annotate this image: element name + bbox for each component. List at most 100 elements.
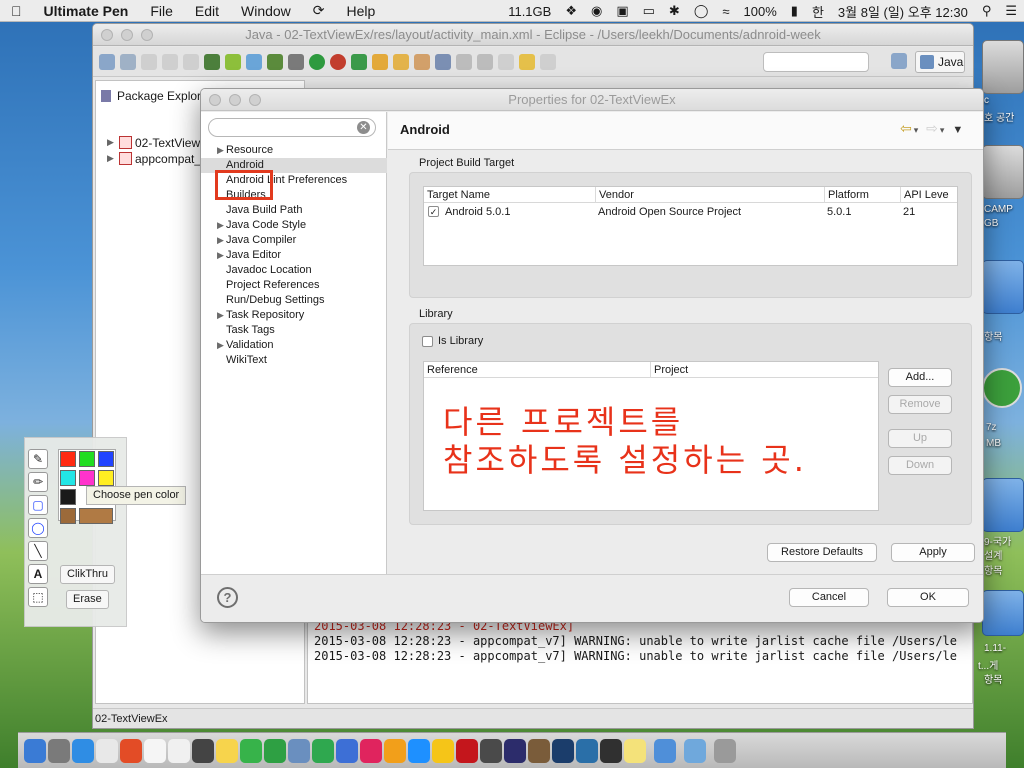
swatch-red[interactable]	[60, 451, 76, 467]
clear-filter-icon[interactable]: ✕	[357, 121, 370, 134]
dock-messages-icon[interactable]	[240, 738, 262, 763]
forward-dropdown-icon[interactable]: ▾	[940, 125, 947, 135]
move-down-button[interactable]: Down	[888, 456, 952, 475]
column-target-name[interactable]: Target Name	[424, 187, 596, 203]
nav-item-java-compiler[interactable]: ▶ Java Compiler	[201, 233, 387, 248]
filter-input[interactable]	[208, 118, 376, 137]
airplay-icon[interactable]: ▭	[636, 3, 662, 19]
folder-icon[interactable]	[982, 260, 1024, 314]
new-wizard-icon[interactable]	[120, 53, 136, 70]
column-project[interactable]: Project	[651, 362, 878, 378]
swatch-cyan[interactable]	[60, 470, 76, 486]
input-method[interactable]: 한	[805, 2, 831, 21]
folder-icon[interactable]	[982, 590, 1024, 636]
java-perspective-button[interactable]: Java	[915, 51, 965, 73]
dock-finder-icon[interactable]	[24, 738, 46, 763]
console-view[interactable]: 2015-03-08 12:28:23 - 02-TextViewEx] 2015…	[307, 614, 973, 704]
dock-downloads-icon[interactable]	[654, 738, 676, 763]
nav-item-task-tags[interactable]: Task Tags	[201, 323, 387, 338]
erase-button[interactable]: Erase	[66, 590, 109, 609]
remove-library-button[interactable]: Remove	[888, 395, 952, 414]
swatch-brown[interactable]	[60, 508, 76, 524]
menu-window[interactable]: Window	[230, 3, 302, 19]
nav-item-java-build-path[interactable]: Java Build Path	[201, 203, 387, 218]
dock-numbers-icon[interactable]	[312, 738, 334, 763]
nav-item-java-editor[interactable]: ▶ Java Editor	[201, 248, 387, 263]
column-api-level[interactable]: API Leve	[901, 187, 957, 203]
ok-button[interactable]: OK	[887, 588, 969, 607]
column-reference[interactable]: Reference	[424, 362, 651, 378]
avd-manager-icon[interactable]	[225, 53, 241, 70]
add-library-button[interactable]: Add...	[888, 368, 952, 387]
expand-arrow-icon[interactable]: ▶	[217, 308, 224, 323]
pin-icon[interactable]	[435, 53, 451, 70]
dock-photoshop-icon[interactable]	[552, 738, 574, 763]
android-sdk-icon[interactable]	[204, 53, 220, 70]
run-icon[interactable]	[309, 53, 325, 70]
nav-item-task-repository[interactable]: ▶ Task Repository	[201, 308, 387, 323]
package-explorer-tab[interactable]: Package Explorer	[117, 89, 212, 103]
spotlight-icon[interactable]: ⚲	[975, 3, 999, 19]
dialog-minimize-button[interactable]	[229, 94, 241, 106]
new-icon[interactable]	[99, 53, 115, 70]
prev-annotation-icon[interactable]	[477, 53, 493, 70]
camera-icon[interactable]: ▣	[609, 3, 635, 19]
dock-documents-icon[interactable]	[684, 738, 706, 763]
apply-button[interactable]: Apply	[891, 543, 975, 562]
battery-percent[interactable]: 100%	[737, 4, 784, 19]
swatch-yellow[interactable]	[98, 470, 114, 486]
app-menu[interactable]: Ultimate Pen	[33, 3, 140, 19]
expand-arrow-icon[interactable]: ▶	[217, 248, 224, 263]
dock-ultimate-pen-icon[interactable]	[432, 738, 454, 763]
expand-arrow-icon[interactable]: ▶	[107, 153, 114, 164]
menu-edit[interactable]: Edit	[184, 3, 230, 19]
text-tool-icon[interactable]: A	[28, 564, 48, 584]
menu-help[interactable]: Help	[336, 3, 387, 19]
restore-defaults-button[interactable]: Restore Defaults	[767, 543, 877, 562]
swatch-tan[interactable]	[79, 508, 113, 524]
dock-itunes-icon[interactable]	[360, 738, 382, 763]
save-icon[interactable]	[141, 53, 157, 70]
forward-arrow-icon[interactable]: ⇨	[926, 120, 940, 136]
eclipse-title-bar[interactable]: Java - 02-TextViewEx/res/layout/activity…	[93, 24, 973, 46]
dropbox-icon[interactable]: ❖	[558, 3, 584, 19]
notification-center-icon[interactable]: ☰	[998, 3, 1024, 19]
next-annotation-icon[interactable]	[456, 53, 472, 70]
new-android-project-icon[interactable]	[267, 53, 283, 70]
memory-indicator[interactable]: 11.1GB	[501, 4, 558, 19]
column-platform[interactable]: Platform	[825, 187, 901, 203]
rectangle-tool-icon[interactable]: ▢	[28, 495, 48, 515]
close-window-button[interactable]	[101, 29, 113, 41]
dock-facetime-icon[interactable]	[264, 738, 286, 763]
apple-menu-icon[interactable]: 	[0, 3, 33, 19]
forward-icon[interactable]	[540, 53, 556, 70]
quick-access-input[interactable]	[763, 52, 869, 72]
clikthru-button[interactable]: ClikThru	[60, 565, 115, 584]
nav-item-validation[interactable]: ▶ Validation	[201, 338, 387, 353]
battery-icon[interactable]: ▮	[784, 3, 805, 19]
expand-arrow-icon[interactable]: ▶	[217, 143, 224, 158]
is-library-label[interactable]: Is Library	[438, 335, 483, 347]
drive-icon[interactable]	[982, 40, 1024, 94]
dock-app-store-icon[interactable]	[408, 738, 430, 763]
table-row[interactable]: ✓ Android 5.0.1 Android Open Source Proj…	[424, 204, 957, 220]
dock-keynote-icon[interactable]	[336, 738, 358, 763]
bluetooth-icon[interactable]: ✱	[662, 3, 687, 19]
is-library-checkbox[interactable]	[422, 336, 433, 347]
move-up-button[interactable]: Up	[888, 429, 952, 448]
save-all-icon[interactable]	[162, 53, 178, 70]
dock-safari-icon[interactable]	[72, 738, 94, 763]
minimize-window-button[interactable]	[121, 29, 133, 41]
expand-arrow-icon[interactable]: ▶	[217, 338, 224, 353]
zoom-window-button[interactable]	[141, 29, 153, 41]
debug-icon[interactable]	[288, 53, 304, 70]
nav-item-project-references[interactable]: Project References	[201, 278, 387, 293]
help-icon[interactable]: ?	[217, 587, 238, 608]
wifi-icon[interactable]: ≈	[715, 4, 736, 19]
dock-quicksilver-icon[interactable]	[528, 738, 550, 763]
back-icon[interactable]	[519, 53, 535, 70]
back-disabled-icon[interactable]	[498, 53, 514, 70]
back-dropdown-icon[interactable]: ▾	[914, 125, 921, 135]
marker-tool-icon[interactable]: ✏	[28, 472, 48, 492]
new-class-icon[interactable]	[351, 53, 367, 70]
